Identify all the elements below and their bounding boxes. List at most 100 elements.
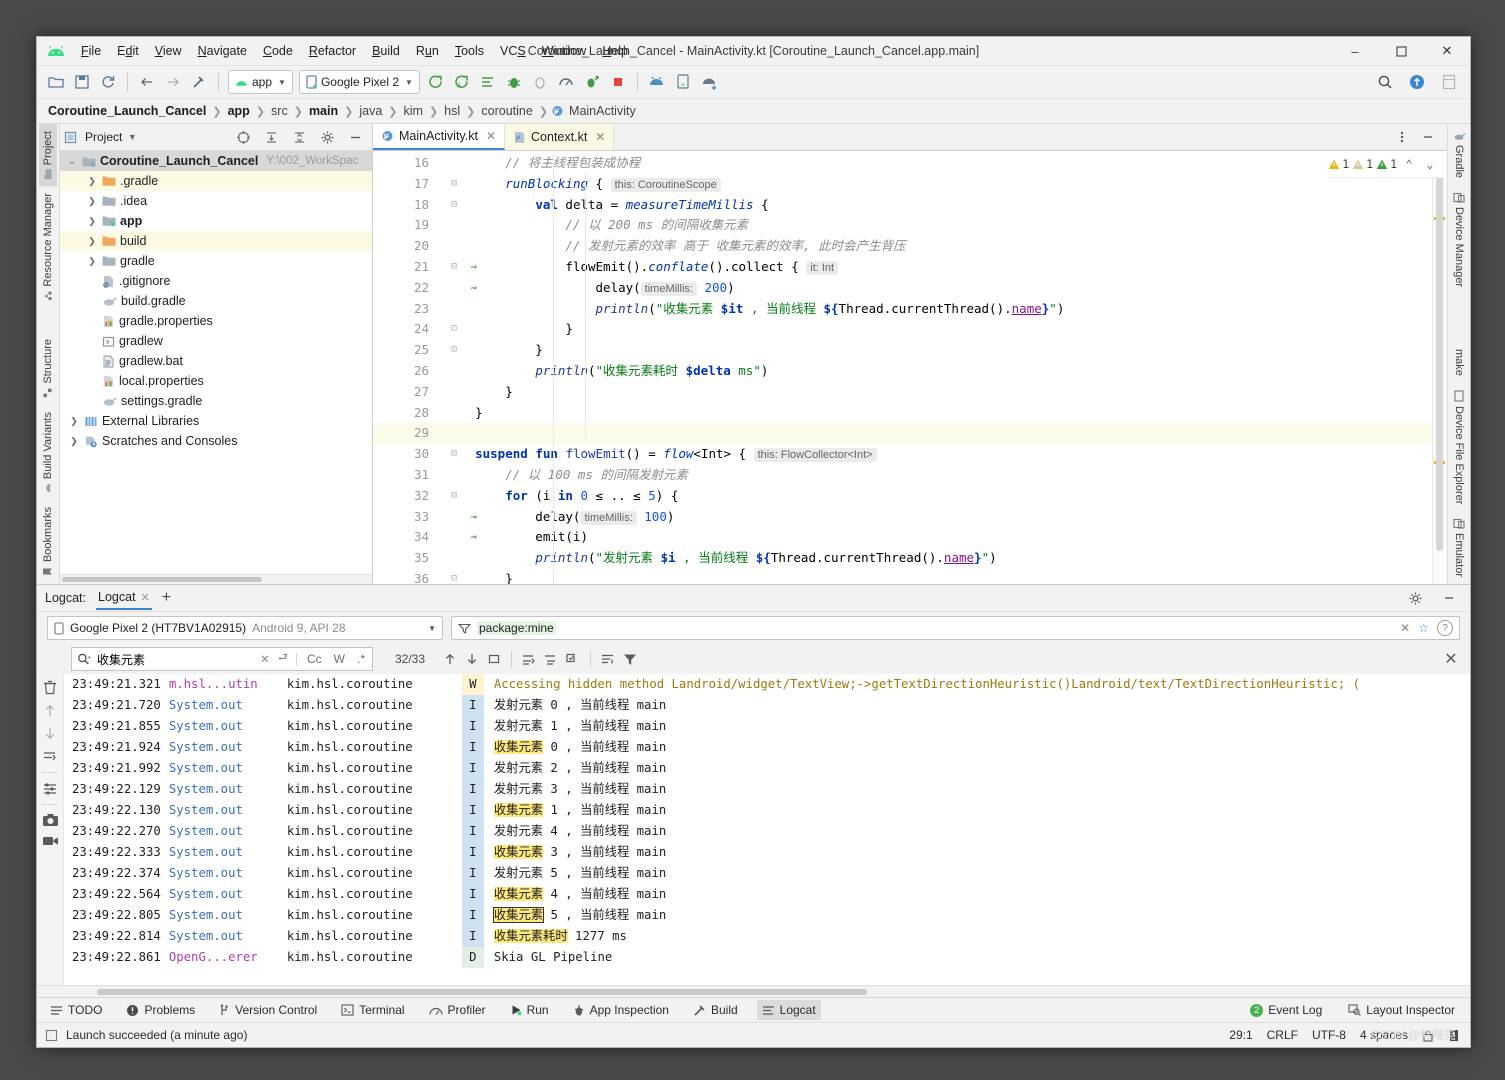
screen-record-icon[interactable] — [42, 835, 59, 847]
run-coverage-icon[interactable]: A — [450, 70, 474, 94]
sidebar-tab-emulator[interactable]: Emulator — [1450, 511, 1468, 584]
tool-window-run[interactable]: Run — [505, 1000, 554, 1020]
tree-row-root[interactable]: ⌄ Coroutine_Launch_Cancel Y:\002_WorkSpa… — [60, 151, 372, 171]
clear-search-icon[interactable]: ✕ — [260, 652, 270, 666]
gear-icon[interactable] — [1403, 586, 1427, 610]
logcat-row[interactable]: 23:49:22.130 System.out kim.hsl.coroutin… — [64, 800, 1470, 821]
maximize-button[interactable] — [1378, 37, 1424, 65]
editor-tab-context[interactable]: Context.kt ✕ — [505, 124, 615, 150]
regex-toggle[interactable]: .* — [355, 652, 367, 666]
menu-vcs[interactable]: VCS — [492, 41, 534, 61]
sync-icon[interactable] — [96, 70, 120, 94]
attach-debugger-icon[interactable] — [528, 70, 552, 94]
tree-row-gradlew-bat[interactable]: gradlew.bat — [60, 351, 372, 371]
tree-row-scratches[interactable]: ❯ Scratches and Consoles — [60, 431, 372, 451]
tree-row-local-properties[interactable]: local.properties — [60, 371, 372, 391]
apply-changes-icon[interactable] — [476, 70, 500, 94]
tree-row-build-dir[interactable]: ❯ build — [60, 231, 372, 251]
close-icon[interactable]: ✕ — [141, 591, 150, 604]
search-history-icon[interactable]: ⮐ — [278, 650, 288, 669]
device-file-icon[interactable] — [697, 70, 721, 94]
logcat-row[interactable]: 23:49:21.720 System.out kim.hsl.coroutin… — [64, 695, 1470, 716]
chevron-down-icon[interactable]: ▼ — [126, 132, 138, 142]
sidebar-tab-device-manager[interactable]: Device Manager — [1450, 185, 1468, 294]
menu-window[interactable]: Window — [534, 41, 594, 61]
whole-words-toggle[interactable]: W — [332, 652, 347, 666]
debug-icon[interactable] — [502, 70, 526, 94]
tree-row-settings-gradle[interactable]: settings.gradle — [60, 391, 372, 411]
logcat-device-selector[interactable]: Google Pixel 2 (HT7BV1A02915) Android 9,… — [47, 616, 443, 640]
code-text[interactable]: // 将主线程包装成协程 runBlocking { this: Corouti… — [435, 151, 1432, 584]
forward-arrow-icon[interactable] — [161, 70, 185, 94]
menu-tools[interactable]: Tools — [447, 41, 492, 61]
tool-window-logcat[interactable]: Logcat — [756, 1000, 821, 1020]
sidebar-tab-build-variants[interactable]: Build Variants — [39, 405, 57, 500]
tool-window-terminal[interactable]: Terminal — [336, 1000, 409, 1020]
tool-window-app-inspection[interactable]: App Inspection — [568, 1000, 674, 1020]
hide-panel-icon[interactable] — [343, 125, 367, 149]
sidebar-tab-gradle[interactable]: Gradle — [1450, 124, 1469, 185]
scroll-to-top-icon[interactable] — [43, 703, 57, 718]
logcat-row[interactable]: 23:49:22.814 System.out kim.hsl.coroutin… — [64, 926, 1470, 947]
filter-icon[interactable] — [619, 648, 641, 670]
logcat-hscrollbar[interactable] — [37, 985, 1470, 997]
logcat-query-input[interactable]: package:mine ✕ ☆ ? — [451, 616, 1460, 640]
error-stripe[interactable] — [1432, 151, 1447, 584]
menu-edit[interactable]: Edit — [109, 41, 147, 61]
tree-row-idea-dir[interactable]: ❯ .idea — [60, 191, 372, 211]
tool-window-event-log[interactable]: 2 Event Log — [1245, 1000, 1327, 1020]
device-selector[interactable]: Google Pixel 2 ▼ — [298, 70, 420, 94]
menu-view[interactable]: View — [147, 41, 190, 61]
tree-row-gradle-dir[interactable]: ❯ .gradle — [60, 171, 372, 191]
select-all-occurrences-icon[interactable] — [483, 648, 505, 670]
line-number-gutter[interactable]: 16 17 ⊟ 18 ⊟ 19 20 21 ⇝ ⊟ 22 ⇝ 23 24 ⊡ 25 ⊡ 26 … — [373, 151, 477, 584]
minimize-button[interactable]: – — [1332, 37, 1378, 65]
inspection-warning-1[interactable]: 1 — [1328, 157, 1349, 171]
inspection-warning-2[interactable]: 1 — [1352, 157, 1373, 171]
tree-row-build-gradle[interactable]: build.gradle — [60, 291, 372, 311]
open-folder-icon[interactable] — [44, 70, 68, 94]
close-search-icon[interactable]: ✕ — [1440, 648, 1462, 670]
menu-navigate[interactable]: Navigate — [190, 41, 255, 61]
menu-help[interactable]: Help — [594, 41, 636, 61]
logcat-row[interactable]: 23:49:22.270 System.out kim.hsl.coroutin… — [64, 821, 1470, 842]
tool-window-version-control[interactable]: Version Control — [214, 1000, 322, 1020]
scroll-to-end-icon[interactable] — [562, 648, 584, 670]
collapse-lines-icon[interactable] — [540, 648, 562, 670]
tool-window-build[interactable]: Build — [688, 1000, 743, 1020]
menu-code[interactable]: Code — [255, 41, 301, 61]
logcat-output-area[interactable]: 23:49:21.321 m.hsl...utin kim.hsl.corout… — [37, 674, 1470, 985]
line-separator[interactable]: CRLF — [1267, 1028, 1298, 1042]
soft-wrap-logcat-icon[interactable] — [42, 749, 58, 764]
close-icon[interactable]: ✕ — [486, 129, 496, 143]
logcat-row[interactable]: 23:49:22.333 System.out kim.hsl.coroutin… — [64, 842, 1470, 863]
breadcrumb-item-6[interactable]: hsl — [441, 103, 463, 119]
expand-all-icon[interactable] — [259, 125, 283, 149]
sidebar-tab-make[interactable]: make — [1450, 342, 1468, 383]
run-icon[interactable] — [424, 70, 448, 94]
module-selector[interactable]: app ▼ — [228, 70, 293, 94]
tree-row-gradle-wrapper[interactable]: ❯ gradle — [60, 251, 372, 271]
chevron-right-icon[interactable]: ❯ — [68, 436, 80, 447]
logcat-rows[interactable]: 23:49:21.321 m.hsl...utin kim.hsl.corout… — [64, 674, 1470, 985]
logcat-row[interactable]: 23:49:22.805 System.out kim.hsl.coroutin… — [64, 905, 1470, 926]
account-icon[interactable] — [1437, 70, 1461, 94]
logcat-row[interactable]: 23:49:21.321 m.hsl...utin kim.hsl.corout… — [64, 674, 1470, 695]
breadcrumb-item-0[interactable]: Coroutine_Launch_Cancel — [45, 103, 209, 119]
menu-file[interactable]: FFileile — [73, 41, 109, 61]
chevron-right-icon[interactable]: ❯ — [86, 256, 98, 267]
chevron-right-icon[interactable]: ❯ — [86, 196, 98, 207]
breadcrumb-item-1[interactable]: app — [225, 103, 253, 119]
logcat-tab[interactable]: Logcat ✕ — [96, 586, 152, 610]
chevron-down-icon[interactable]: ▼ — [428, 624, 436, 633]
logcat-row[interactable]: 23:49:22.861 OpenG...erer kim.hsl.corout… — [64, 947, 1470, 968]
next-problem-icon[interactable]: ⌄ — [1422, 156, 1438, 172]
sidebar-tab-bookmarks[interactable]: Bookmarks — [39, 500, 57, 584]
breadcrumb-item-4[interactable]: java — [356, 103, 385, 119]
save-all-icon[interactable] — [70, 70, 94, 94]
close-icon[interactable]: ✕ — [595, 130, 605, 144]
sidebar-tab-structure[interactable]: Structure — [39, 332, 57, 405]
caret-position[interactable]: 29:1 — [1229, 1028, 1252, 1042]
tool-window-todo[interactable]: TODO — [45, 1000, 107, 1020]
breadcrumb-item-7[interactable]: coroutine — [478, 103, 535, 119]
